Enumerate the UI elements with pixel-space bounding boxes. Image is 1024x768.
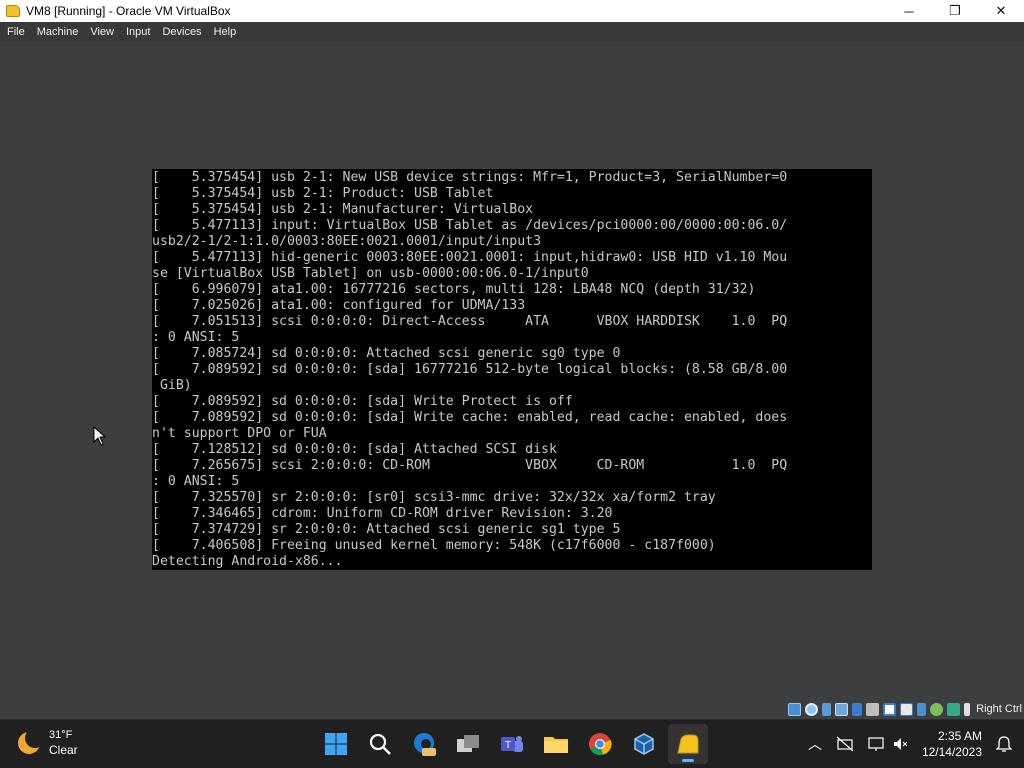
menu-bar: File Machine View Input Devices Help xyxy=(0,22,1024,42)
console-line: [ 5.477113] input: VirtualBox USB Tablet… xyxy=(152,218,788,233)
search-button[interactable] xyxy=(360,724,400,764)
menu-view[interactable]: View xyxy=(85,22,119,42)
vm-console-screen[interactable]: [ 5.375454] usb 2-1: New USB device stri… xyxy=(152,169,872,570)
task-view-button[interactable] xyxy=(448,724,488,764)
guest-additions-icon[interactable] xyxy=(947,702,961,716)
console-line: [ 7.265675] scsi 2:0:0:0: CD-ROM VBOX CD… xyxy=(152,458,788,473)
recording-icon[interactable] xyxy=(900,702,914,716)
host-key-label[interactable]: Right Ctrl xyxy=(976,703,1022,715)
weather-condition: Clear xyxy=(49,743,78,757)
network-icon[interactable] xyxy=(835,702,849,716)
clock-time: 2:35 AM xyxy=(937,729,982,743)
vm-status-bar: Right Ctrl xyxy=(0,699,1024,719)
vrde-icon[interactable] xyxy=(917,702,927,716)
console-line: [ 6.996079] ata1.00: 16777216 sectors, m… xyxy=(152,282,756,297)
display-icon[interactable] xyxy=(868,736,886,752)
console-line: [ 5.375454] usb 2-1: Product: USB Tablet xyxy=(152,186,494,201)
menu-input[interactable]: Input xyxy=(121,22,155,42)
file-explorer-icon xyxy=(544,737,568,753)
chrome-button[interactable] xyxy=(580,724,620,764)
teams-button[interactable]: T xyxy=(492,724,532,764)
moon-icon xyxy=(18,728,45,754)
console-line: usb2/2-1/2-1:1.0/0003:80EE:0021.0001/inp… xyxy=(152,234,542,249)
console-line: n't support DPO or FUA xyxy=(152,426,327,441)
console-line: [ 7.089592] sd 0:0:0:0: [sda] Write cach… xyxy=(152,410,788,425)
search-icon xyxy=(369,733,391,755)
notification-bell-icon[interactable] xyxy=(996,735,1012,753)
console-line: [ 7.128512] sd 0:0:0:0: [sda] Attached S… xyxy=(152,442,557,457)
console-line: : 0 ANSI: 5 xyxy=(152,330,240,345)
weather-temperature: 31°F xyxy=(49,729,73,741)
console-line: [ 7.346465] cdrom: Uniform CD-ROM driver… xyxy=(152,506,613,521)
network-disconnected-icon[interactable] xyxy=(836,736,854,752)
weather-widget[interactable]: 31°F Clear xyxy=(18,728,78,758)
console-line: [ 7.025026] ata1.00: configured for UDMA… xyxy=(152,298,526,313)
console-line: [ 7.085724] sd 0:0:0:0: Attached scsi ge… xyxy=(152,346,621,361)
windows-taskbar: 31°F Clear T ︿ 2:35 AM 12/14/2023 xyxy=(0,720,1024,768)
menu-file[interactable]: File xyxy=(2,22,30,42)
window-titlebar[interactable]: VM8 [Running] - Oracle VM VirtualBox ─ ❐… xyxy=(0,0,1024,22)
menu-devices[interactable]: Devices xyxy=(157,22,206,42)
vm-display-area[interactable]: [ 5.375454] usb 2-1: New USB device stri… xyxy=(0,42,1024,699)
shared-folders-icon[interactable] xyxy=(866,702,880,716)
usb-icon[interactable] xyxy=(852,702,863,716)
svg-text:T: T xyxy=(505,740,511,751)
optical-drive-icon[interactable] xyxy=(805,702,819,716)
console-line: [ 7.089592] sd 0:0:0:0: [sda] 16777216 5… xyxy=(152,362,788,377)
virtualbox-vm-button[interactable] xyxy=(668,724,708,764)
clock-date: 12/14/2023 xyxy=(921,745,982,759)
virtualbox-button[interactable] xyxy=(624,724,664,764)
virtualbox-icon xyxy=(634,733,654,755)
hard-disk-icon[interactable] xyxy=(788,702,802,716)
virtualbox-vm-icon xyxy=(677,734,699,754)
teams-icon: T xyxy=(501,736,523,752)
console-line: Detecting Android-x86... xyxy=(152,554,343,569)
chevron-up-icon[interactable]: ︿ xyxy=(808,734,822,754)
audio-icon[interactable] xyxy=(822,702,832,716)
task-view-icon xyxy=(457,735,479,752)
clock[interactable]: 2:35 AM 12/14/2023 xyxy=(922,728,982,760)
menu-help[interactable]: Help xyxy=(209,22,242,42)
start-button[interactable] xyxy=(316,724,356,764)
console-line: [ 7.051513] scsi 0:0:0:0: Direct-Access … xyxy=(152,314,788,329)
cpu-icon[interactable] xyxy=(930,702,944,716)
close-button[interactable]: ✕ xyxy=(978,0,1024,22)
edge-beta-button[interactable] xyxy=(404,724,444,764)
menu-machine[interactable]: Machine xyxy=(32,22,84,42)
console-output: [ 5.375454] usb 2-1: New USB device stri… xyxy=(152,169,872,570)
mouse-pointer-icon xyxy=(93,426,107,446)
console-line: [ 5.375454] usb 2-1: Manufacturer: Virtu… xyxy=(152,202,534,217)
console-line: GiB) xyxy=(152,378,192,393)
edge-beta-icon xyxy=(414,733,436,756)
console-line: [ 7.406508] Freeing unused kernel memory… xyxy=(152,538,716,553)
system-tray: ︿ 2:35 AM 12/14/2023 xyxy=(808,720,1024,768)
virtualbox-vm-icon xyxy=(6,5,20,17)
file-explorer-button[interactable] xyxy=(536,724,576,764)
display-icon[interactable] xyxy=(883,702,897,716)
console-line: [ 5.477113] hid-generic 0003:80EE:0021.0… xyxy=(152,250,788,265)
window-title: VM8 [Running] - Oracle VM VirtualBox xyxy=(26,4,231,18)
chrome-icon xyxy=(589,733,612,756)
console-line: [ 7.374729] sr 2:0:0:0: Attached scsi ge… xyxy=(152,522,621,537)
volume-muted-icon[interactable] xyxy=(892,736,908,752)
console-line: : 0 ANSI: 5 xyxy=(152,474,240,489)
console-line: [ 7.089592] sd 0:0:0:0: [sda] Write Prot… xyxy=(152,394,573,409)
start-icon xyxy=(325,733,347,755)
minimize-button[interactable]: ─ xyxy=(886,0,932,22)
console-line: [ 7.325570] sr 2:0:0:0: [sr0] scsi3-mmc … xyxy=(152,490,716,505)
maximize-button[interactable]: ❐ xyxy=(932,0,978,22)
console-line: se [VirtualBox USB Tablet] on usb-0000:0… xyxy=(152,266,589,281)
console-line: [ 5.375454] usb 2-1: New USB device stri… xyxy=(152,170,788,185)
mouse-integration-icon[interactable] xyxy=(964,702,971,716)
